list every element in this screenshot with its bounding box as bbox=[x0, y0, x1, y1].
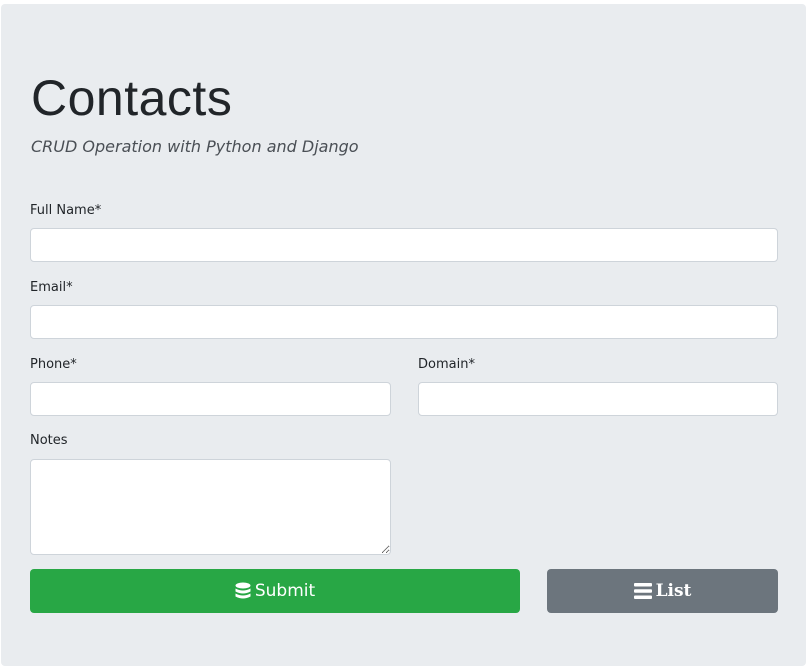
domain-input[interactable] bbox=[418, 382, 778, 416]
list-icon bbox=[633, 583, 652, 599]
phone-label: Phone* bbox=[30, 357, 77, 372]
notes-label: Notes bbox=[30, 433, 68, 448]
email-label: Email* bbox=[30, 280, 73, 295]
list-button[interactable]: List bbox=[547, 569, 778, 613]
notes-textarea[interactable] bbox=[30, 459, 391, 555]
list-button-label: List bbox=[655, 581, 692, 601]
email-input[interactable] bbox=[30, 305, 778, 339]
database-icon bbox=[235, 582, 251, 600]
submit-button-label: Submit bbox=[254, 581, 316, 601]
full-name-label: Full Name* bbox=[30, 203, 102, 218]
phone-input[interactable] bbox=[30, 382, 391, 416]
domain-label: Domain* bbox=[418, 357, 475, 372]
full-name-input[interactable] bbox=[30, 228, 778, 262]
page-subtitle: CRUD Operation with Python and Django bbox=[31, 137, 359, 156]
submit-button[interactable]: Submit bbox=[30, 569, 520, 613]
page-title: Contacts bbox=[31, 70, 233, 126]
